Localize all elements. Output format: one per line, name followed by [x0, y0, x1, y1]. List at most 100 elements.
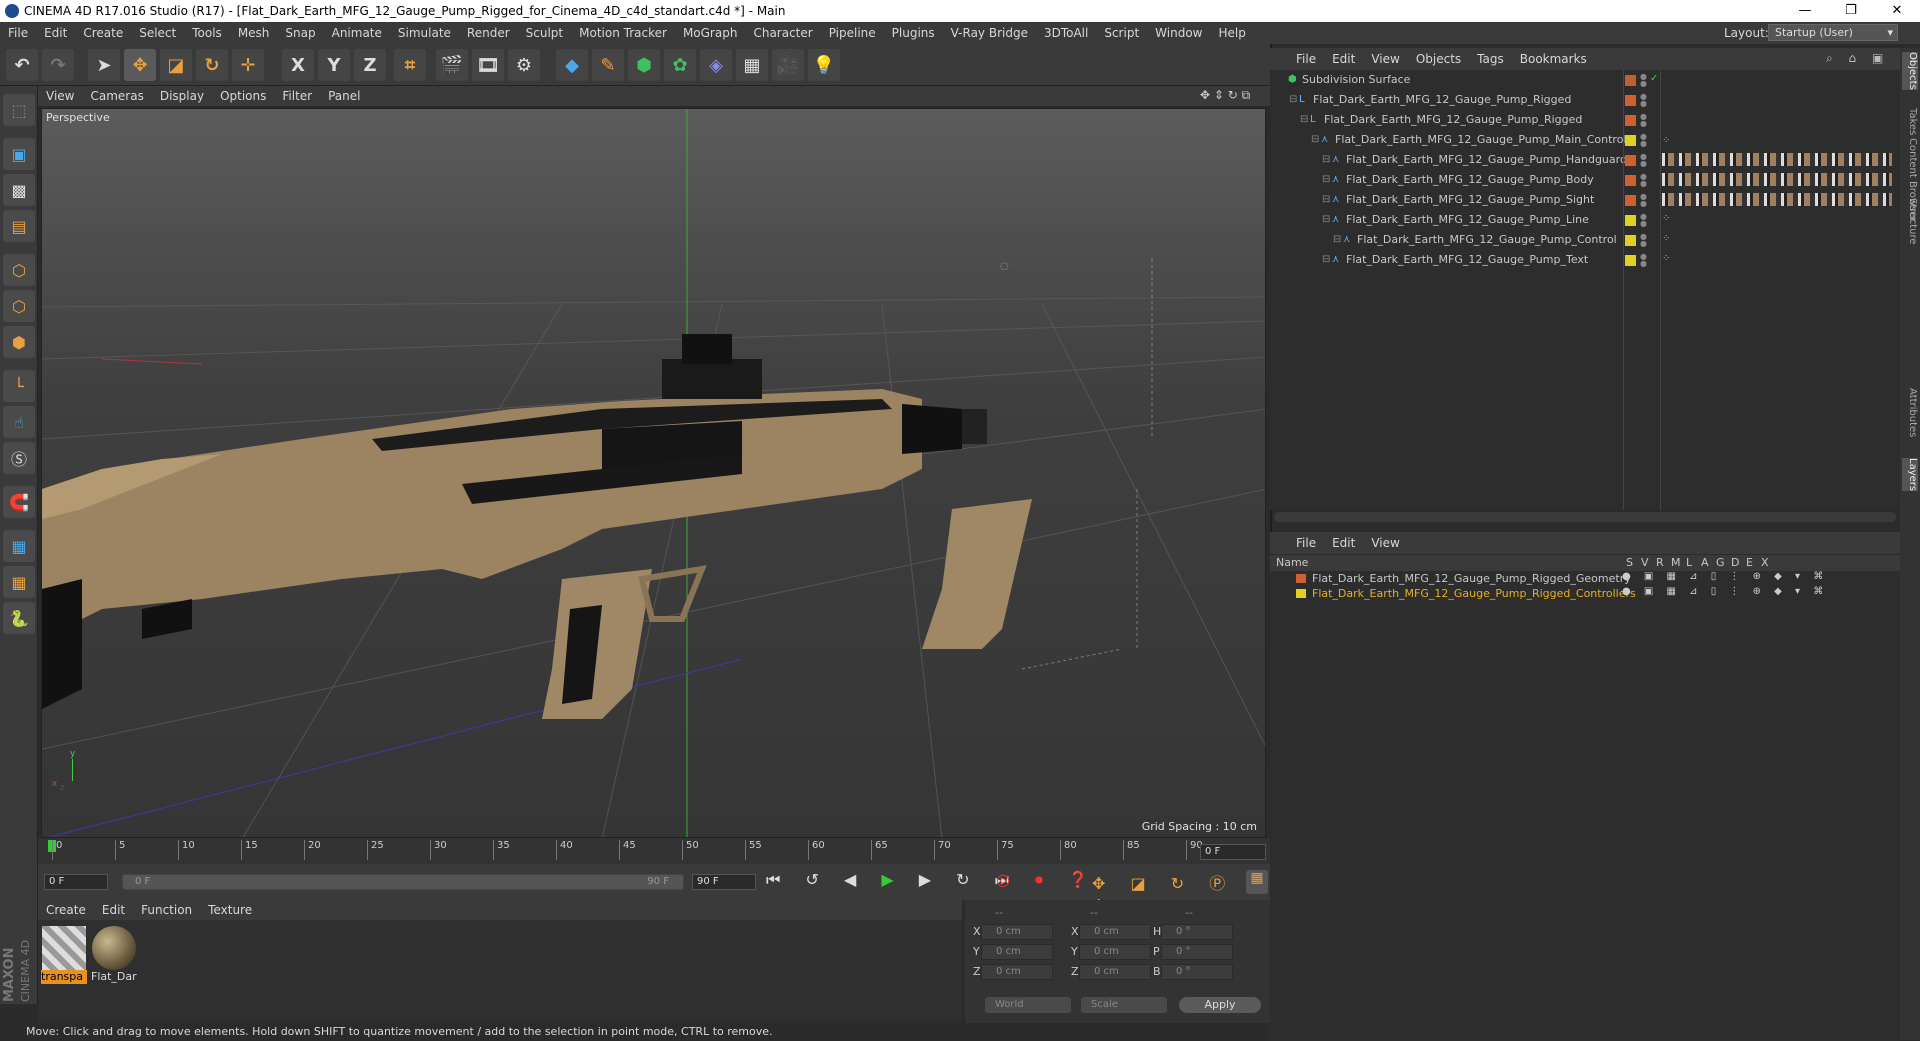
- layer-menu-item[interactable]: View: [1363, 536, 1407, 550]
- expand-toggle-icon[interactable]: ⊟: [1289, 94, 1300, 105]
- material-menu-item[interactable]: Texture: [200, 903, 260, 917]
- object-row[interactable]: ⋏ ⊟ Flat_Dark_Earth_MFG_12_Gauge_Pump_Text…: [1270, 250, 1900, 270]
- subdivision-icon[interactable]: ⬢: [628, 49, 660, 81]
- layer-color-swatch[interactable]: [1625, 75, 1636, 86]
- visibility-dots-icon[interactable]: ● ●: [1640, 113, 1647, 128]
- object-row[interactable]: ⋏ ⊟ Flat_Dark_Earth_MFG_12_Gauge_Pump_Line…: [1270, 210, 1900, 230]
- material-menu-item[interactable]: Edit: [94, 903, 133, 917]
- layer-color-swatch[interactable]: [1625, 215, 1636, 226]
- menu-item[interactable]: Sculpt: [518, 26, 571, 40]
- visibility-dots-icon[interactable]: ● ●: [1640, 73, 1647, 88]
- object-row[interactable]: ⋏ ⊟ Flat_Dark_Earth_MFG_12_Gauge_Pump_Sigh…: [1270, 190, 1900, 210]
- right-tab[interactable]: Takes: [1902, 108, 1918, 135]
- tweak-icon[interactable]: ☝: [3, 406, 35, 438]
- menu-item[interactable]: Window: [1147, 26, 1210, 40]
- x-axis-icon[interactable]: X: [282, 49, 314, 81]
- coord-mode-select[interactable]: World: [985, 997, 1071, 1013]
- material-menu-item[interactable]: Function: [133, 903, 200, 917]
- record-controls[interactable]: ◎ ⏺ ❓: [996, 870, 1098, 890]
- timeline-window-icon[interactable]: ▦: [1246, 870, 1268, 894]
- menu-item[interactable]: V-Ray Bridge: [943, 26, 1036, 40]
- material-menu-item[interactable]: Create: [38, 903, 94, 917]
- 3d-viewport[interactable]: Perspective ◌ y x z Grid Spacing: 10 cm: [41, 108, 1266, 838]
- scale-icon[interactable]: ◪: [160, 49, 192, 81]
- layer-color-swatch[interactable]: [1625, 135, 1636, 146]
- expand-toggle-icon[interactable]: ⊟: [1322, 194, 1333, 205]
- floor-icon[interactable]: ▦: [736, 49, 768, 81]
- object-row[interactable]: ⋏ ⊟ Flat_Dark_Earth_MFG_12_Gauge_Pump_Cont…: [1270, 230, 1900, 250]
- y-axis-icon[interactable]: Y: [318, 49, 350, 81]
- material-label[interactable]: transpa: [41, 970, 87, 984]
- menu-item[interactable]: Render: [459, 26, 518, 40]
- rotate-icon[interactable]: ↻: [196, 49, 228, 81]
- pen-icon[interactable]: ✎: [592, 49, 624, 81]
- layer-row[interactable]: Flat_Dark_Earth_MFG_12_Gauge_Pump_Rigged…: [1270, 586, 1900, 601]
- coord-field[interactable]: 0 °: [1161, 964, 1233, 980]
- layer-column-header[interactable]: R: [1656, 556, 1664, 569]
- render-picture-viewer-icon[interactable]: 🎞: [472, 49, 504, 81]
- layer-column-header[interactable]: E: [1746, 556, 1753, 569]
- menu-item[interactable]: Mesh: [230, 26, 278, 40]
- visibility-dots-icon[interactable]: ● ●: [1640, 93, 1647, 108]
- layer-column-header[interactable]: G: [1716, 556, 1725, 569]
- menu-item[interactable]: File: [0, 26, 36, 40]
- start-frame-field[interactable]: 0 F: [44, 874, 108, 890]
- object-row[interactable]: ⋏ ⊟ Flat_Dark_Earth_MFG_12_Gauge_Pump_Body…: [1270, 170, 1900, 190]
- light-icon[interactable]: 💡: [808, 49, 840, 81]
- expand-toggle-icon[interactable]: ⊟: [1322, 214, 1333, 225]
- menu-item[interactable]: Motion Tracker: [571, 26, 675, 40]
- object-row[interactable]: L ⊟ Flat_Dark_Earth_MFG_12_Gauge_Pump_Rigg…: [1270, 90, 1900, 110]
- layer-color-swatch[interactable]: [1625, 175, 1636, 186]
- redo-icon[interactable]: ↷: [42, 49, 74, 81]
- visibility-dots-icon[interactable]: ● ●: [1640, 213, 1647, 228]
- right-tab[interactable]: Objects: [1902, 52, 1918, 90]
- menu-item[interactable]: Help: [1210, 26, 1253, 40]
- object-menu-item[interactable]: Bookmarks: [1512, 52, 1595, 66]
- points-mode-icon[interactable]: ⬡: [3, 254, 35, 286]
- layer-column-header[interactable]: V: [1641, 556, 1649, 569]
- maximize-button[interactable]: ❐: [1828, 0, 1874, 22]
- object-menu-item[interactable]: Objects: [1408, 52, 1469, 66]
- expand-toggle-icon[interactable]: ⊟: [1311, 134, 1322, 145]
- menu-item[interactable]: Select: [131, 26, 184, 40]
- cube-icon[interactable]: ◆: [556, 49, 588, 81]
- viewport-menu-item[interactable]: Cameras: [82, 89, 151, 103]
- make-editable-icon[interactable]: ⬚: [3, 94, 35, 126]
- render-settings-icon[interactable]: ⚙: [508, 49, 540, 81]
- layer-color-swatch[interactable]: [1625, 95, 1636, 106]
- model-mode-icon[interactable]: ▣: [3, 138, 35, 170]
- menu-item[interactable]: 3DToAll: [1036, 26, 1096, 40]
- viewport-nav-icons[interactable]: ✥ ⇕ ↻ ⧉: [1200, 88, 1266, 104]
- layer-menu-item[interactable]: Edit: [1324, 536, 1363, 550]
- playback-controls[interactable]: ⏮ ↺ ◀ ▶ ▶ ↻ ⏭: [766, 870, 1019, 890]
- axis-mode-icon[interactable]: └: [3, 370, 35, 402]
- layer-column-header[interactable]: S: [1626, 556, 1633, 569]
- visibility-dots-icon[interactable]: ● ●: [1640, 133, 1647, 148]
- object-menu-item[interactable]: Edit: [1324, 52, 1363, 66]
- visibility-dots-icon[interactable]: ● ●: [1640, 253, 1647, 268]
- right-tab[interactable]: Structure: [1902, 198, 1918, 245]
- coord-size-mode-select[interactable]: Scale: [1081, 997, 1167, 1013]
- expand-toggle-icon[interactable]: ⊟: [1300, 114, 1311, 125]
- viewport-menu-item[interactable]: Options: [212, 89, 274, 103]
- material-tags[interactable]: [1662, 153, 1892, 166]
- viewport-menu-item[interactable]: View: [38, 89, 82, 103]
- menu-item[interactable]: Script: [1096, 26, 1147, 40]
- coordinate-system-icon[interactable]: ⌗: [394, 49, 426, 81]
- python-icon[interactable]: 🐍: [3, 602, 35, 634]
- menu-item[interactable]: Animate: [324, 26, 390, 40]
- right-tab[interactable]: Layers: [1902, 458, 1918, 492]
- minimize-button[interactable]: —: [1782, 0, 1828, 22]
- viewport-menu-item[interactable]: Display: [152, 89, 212, 103]
- magnet-icon[interactable]: 🧲: [3, 486, 35, 518]
- visibility-dots-icon[interactable]: ● ●: [1640, 193, 1647, 208]
- layer-column-header[interactable]: M: [1671, 556, 1681, 569]
- visibility-dots-icon[interactable]: ● ●: [1640, 173, 1647, 188]
- material-thumb-transparent[interactable]: [42, 926, 86, 970]
- edges-mode-icon[interactable]: ⬡: [3, 290, 35, 322]
- range-slider[interactable]: 0 F 90 F: [122, 874, 684, 890]
- layer-row[interactable]: Flat_Dark_Earth_MFG_12_Gauge_Pump_Rigged…: [1270, 571, 1900, 586]
- coord-field[interactable]: 0 cm: [1079, 964, 1151, 980]
- material-thumb-flat-dark-earth[interactable]: [92, 926, 136, 970]
- layer-toggle-icons[interactable]: ● ▣ ▦ ⊿ ▯ ⋮ ⊕ ◆ ▾ ⌘: [1622, 571, 1828, 582]
